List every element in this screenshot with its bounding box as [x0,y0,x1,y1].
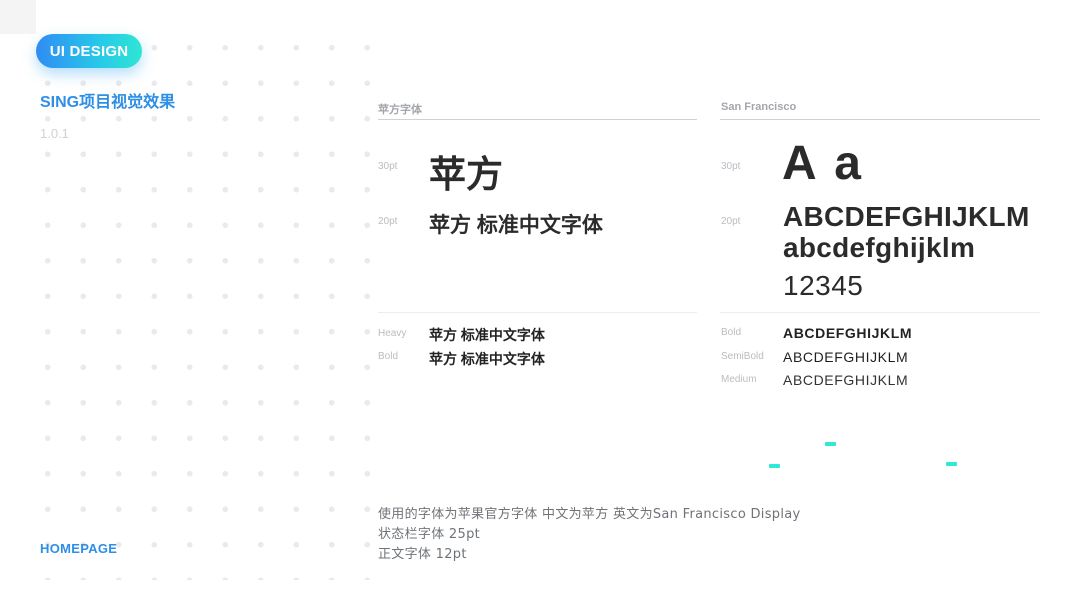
pingfang-weight-label-bold: Bold [378,351,399,362]
pingfang-section-title: 苹方字体 [378,104,422,116]
accent-dash [769,464,780,468]
pingfang-size-label-30: 30pt [378,161,398,172]
sanfrancisco-weight-label-bold: Bold [721,327,742,338]
sanfrancisco-divider [720,119,1040,120]
corner-mark [0,0,36,34]
sanfrancisco-sample-30pt: A a [782,137,864,190]
pingfang-weights-divider [378,312,697,313]
ui-design-badge: UI DESIGN [36,34,142,68]
sanfrancisco-weight-label-semibold: SemiBold [721,351,764,362]
sanfrancisco-sample-uppercase: ABCDEFGHIJKLM [783,201,1030,232]
sanfrancisco-weight-label-medium: Medium [721,374,757,385]
sanfrancisco-weight-sample-bold: ABCDEFGHIJKLM [783,325,913,341]
accent-dash [825,442,836,446]
homepage-label: HOMEPAGE [40,541,118,556]
dot-grid-background [30,30,380,580]
sanfrancisco-weight-sample-semibold: ABCDEFGHIJKLM [783,349,909,365]
font-note-line-1: 使用的字体为苹果官方字体 中文为苹方 英文为San Francisco Disp… [378,507,801,522]
pingfang-sample-30pt: 苹方 [429,154,503,195]
sanfrancisco-sample-lowercase: abcdefghijklm [783,232,976,263]
sanfrancisco-weight-sample-medium: ABCDEFGHIJKLM [783,372,909,388]
pingfang-weight-sample-heavy: 苹方 标准中文字体 [429,327,545,343]
sanfrancisco-size-label-30: 30pt [721,161,741,172]
pingfang-divider [378,119,697,120]
font-note-line-2: 状态栏字体 25pt [378,527,481,542]
sanfrancisco-section-title: San Francisco [721,101,797,113]
sanfrancisco-size-label-20: 20pt [721,216,741,227]
version-label: 1.0.1 [40,126,69,141]
pingfang-sample-20pt: 苹方 标准中文字体 [429,214,603,237]
sanfrancisco-weights-divider [720,312,1040,313]
accent-dash [946,462,957,466]
pingfang-size-label-20: 20pt [378,216,398,227]
sanfrancisco-sample-digits: 12345 [783,270,864,301]
pingfang-weight-label-heavy: Heavy [378,328,407,339]
pingfang-weight-sample-bold: 苹方 标准中文字体 [429,351,545,367]
font-note-line-3: 正文字体 12pt [378,547,467,562]
project-title: SING项目视觉效果 [40,94,176,111]
